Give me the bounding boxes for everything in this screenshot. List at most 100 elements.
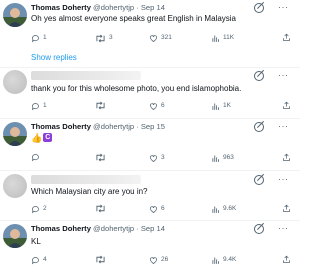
- views-button[interactable]: 9.6K: [211, 204, 236, 214]
- reply-count: 4: [43, 256, 47, 263]
- grok-icon[interactable]: [254, 3, 264, 13]
- author-handle[interactable]: @dohertytjp: [93, 122, 134, 131]
- tweet[interactable]: Thomas Doherty @dohertytjp · Sep 14 ··· …: [0, 0, 300, 68]
- share-icon: [283, 204, 290, 212]
- tweet-header: Thomas Doherty @dohertytjp · Sep 14: [31, 224, 165, 234]
- avatar[interactable]: [3, 122, 27, 146]
- grok-icon[interactable]: [254, 175, 264, 185]
- views-icon: [212, 103, 219, 110]
- like-button[interactable]: 26: [149, 255, 168, 265]
- views-count: 9.6K: [223, 205, 237, 212]
- author-name[interactable]: Thomas Doherty: [31, 122, 91, 131]
- tweet-date[interactable]: Sep 14: [141, 224, 165, 233]
- retweet-icon: [96, 34, 105, 42]
- heart-icon: [150, 102, 157, 110]
- tweet-header: Thomas Doherty @dohertytjp · Sep 15: [31, 122, 165, 132]
- retweet-count: 3: [109, 34, 113, 41]
- tweet-actions: 4 26 9.4K: [31, 255, 296, 265]
- reply-count: 2: [43, 205, 47, 212]
- avatar[interactable]: [3, 174, 27, 198]
- views-count: 1K: [223, 102, 231, 109]
- avatar-image: [3, 122, 27, 146]
- author-handle[interactable]: @dohertytjp: [93, 224, 134, 233]
- thumbs-up-emoji: 👍: [31, 133, 43, 143]
- tweet-text: Oh yes almost everyone speaks great Engl…: [31, 14, 236, 23]
- share-button[interactable]: [282, 204, 291, 217]
- share-button[interactable]: [282, 101, 291, 114]
- c-emoji: C: [43, 133, 53, 142]
- grok-icon[interactable]: [254, 224, 264, 234]
- author-handle[interactable]: @dohertytjp: [93, 3, 134, 12]
- views-count: 9.4K: [223, 256, 237, 263]
- views-button[interactable]: 1K: [211, 101, 231, 111]
- show-replies-link[interactable]: Show replies: [31, 53, 77, 63]
- tweet-text: Which Malaysian city are you in?: [31, 187, 148, 196]
- tweet[interactable]: Thomas Doherty @dohertytjp · Sep 15 ··· …: [0, 119, 300, 171]
- reply-icon: [31, 102, 39, 110]
- views-button[interactable]: 963: [211, 153, 234, 163]
- grok-icon[interactable]: [254, 122, 264, 132]
- reply-button[interactable]: 1: [31, 101, 47, 111]
- more-icon[interactable]: ···: [278, 71, 289, 80]
- separator: ·: [134, 3, 141, 12]
- retweet-button[interactable]: [95, 101, 109, 110]
- reply-icon: [31, 205, 39, 213]
- reply-count: 1: [43, 34, 47, 41]
- tweet-date[interactable]: Sep 15: [141, 122, 165, 131]
- avatar[interactable]: [3, 70, 27, 94]
- reply-button[interactable]: 2: [31, 204, 47, 214]
- reply-button[interactable]: 1: [31, 33, 47, 43]
- like-button[interactable]: 3: [149, 153, 165, 163]
- like-count: 321: [161, 34, 172, 41]
- heart-icon: [150, 34, 157, 42]
- retweet-button[interactable]: [95, 255, 109, 264]
- like-button[interactable]: 6: [149, 204, 165, 214]
- tweet-actions: 2 6 9.6K: [31, 204, 296, 214]
- retweet-button[interactable]: [95, 204, 109, 213]
- share-button[interactable]: [282, 255, 291, 268]
- tweet-actions: 3 963: [31, 153, 296, 163]
- like-button[interactable]: 6: [149, 101, 165, 111]
- tweet[interactable]: ··· Which Malaysian city are you in? 2 6…: [0, 171, 300, 221]
- separator: ·: [134, 122, 141, 131]
- tweet-actions: 1 3 321 11K: [31, 33, 296, 43]
- avatar[interactable]: [3, 224, 27, 248]
- reply-icon: [31, 256, 39, 264]
- tweet-header: Thomas Doherty @dohertytjp · Sep 14: [31, 3, 165, 13]
- share-icon: [283, 33, 290, 41]
- avatar-image: [3, 224, 27, 248]
- redacted-author: [31, 71, 141, 80]
- heart-icon: [150, 256, 157, 264]
- tweet-actions: 1 6 1K: [31, 101, 296, 111]
- reply-button[interactable]: [31, 153, 43, 162]
- views-count: 11K: [223, 34, 235, 41]
- retweet-icon: [96, 255, 105, 264]
- share-button[interactable]: [282, 33, 291, 46]
- retweet-button[interactable]: 3: [95, 33, 113, 43]
- share-icon: [283, 101, 290, 109]
- like-count: 6: [161, 102, 165, 109]
- reply-count: 1: [43, 102, 47, 109]
- tweet[interactable]: Thomas Doherty @dohertytjp · Sep 14 ··· …: [0, 221, 300, 275]
- more-icon[interactable]: ···: [278, 3, 289, 12]
- views-button[interactable]: 9.4K: [211, 255, 236, 265]
- reply-button[interactable]: 4: [31, 255, 47, 265]
- tweet-text: thank you for this wholesome photo, you …: [31, 84, 242, 93]
- avatar[interactable]: [3, 3, 27, 27]
- author-name[interactable]: Thomas Doherty: [31, 224, 91, 233]
- retweet-icon: [96, 153, 105, 162]
- like-button[interactable]: 321: [149, 33, 172, 43]
- views-icon: [212, 206, 219, 213]
- views-button[interactable]: 11K: [211, 33, 234, 43]
- share-button[interactable]: [282, 153, 291, 166]
- avatar-image: [3, 3, 27, 27]
- author-name[interactable]: Thomas Doherty: [31, 3, 91, 12]
- more-icon[interactable]: ···: [278, 122, 289, 131]
- retweet-button[interactable]: [95, 153, 109, 162]
- tweet-date[interactable]: Sep 14: [141, 3, 165, 12]
- grok-icon[interactable]: [254, 71, 264, 81]
- tweet[interactable]: ··· thank you for this wholesome photo, …: [0, 68, 300, 119]
- more-icon[interactable]: ···: [278, 175, 289, 184]
- retweet-icon: [96, 101, 105, 110]
- more-icon[interactable]: ···: [278, 224, 289, 233]
